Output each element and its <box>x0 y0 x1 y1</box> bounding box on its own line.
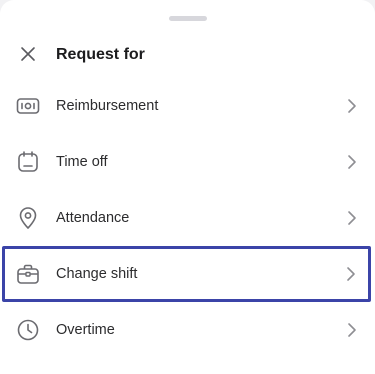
request-sheet: Request for Reimbursement Time off Atten… <box>0 0 375 374</box>
clock-icon <box>15 317 41 343</box>
sheet-title: Request for <box>56 46 145 63</box>
briefcase-icon <box>15 261 41 287</box>
chevron-right-icon <box>347 154 357 170</box>
list-item-label: Overtime <box>56 322 115 338</box>
banknote-icon <box>15 93 41 119</box>
close-button[interactable] <box>14 40 42 68</box>
list-item-attendance[interactable]: Attendance <box>0 190 375 246</box>
location-pin-icon <box>15 205 41 231</box>
calendar-icon <box>15 149 41 175</box>
list-item-label: Time off <box>56 154 108 170</box>
list-item-label: Attendance <box>56 210 130 226</box>
chevron-right-icon <box>347 210 357 226</box>
chevron-right-icon <box>347 98 357 114</box>
sheet-header: Request for <box>0 34 375 74</box>
list-item-reimbursement[interactable]: Reimbursement <box>0 78 375 134</box>
list-item-change-shift[interactable]: Change shift <box>2 246 371 302</box>
close-icon <box>20 46 36 62</box>
request-type-list: Reimbursement Time off Attendance Change… <box>0 78 375 358</box>
list-item-time-off[interactable]: Time off <box>0 134 375 190</box>
list-item-overtime[interactable]: Overtime <box>0 302 375 358</box>
list-item-label: Reimbursement <box>56 98 159 114</box>
chevron-right-icon <box>346 266 356 282</box>
drag-handle[interactable] <box>169 16 207 21</box>
chevron-right-icon <box>347 322 357 338</box>
list-item-label: Change shift <box>56 266 138 282</box>
